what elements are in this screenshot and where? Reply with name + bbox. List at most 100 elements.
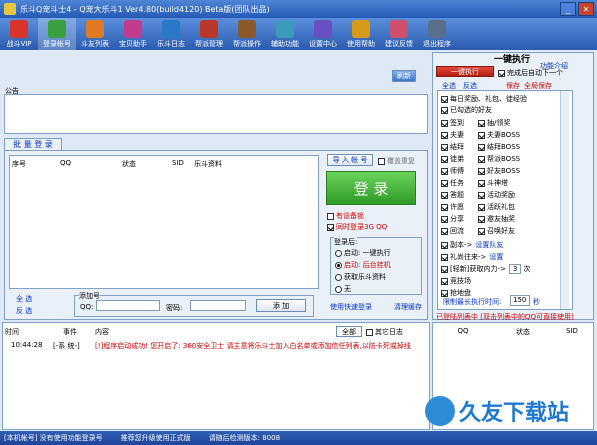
onekey-run-button[interactable]: 一键执行 [436,66,494,77]
onekey-option[interactable]: 已勾选的好友 [441,105,492,115]
log-col-event: 事件 [63,328,77,336]
onekey-option[interactable]: 活动奖励 [478,190,515,200]
status-middle: 推荐您升级使用正式版 [120,434,191,442]
title-bar: 乐斗Q宠斗士4 - Q宠大乐斗1 Ver4.80(build4120) Beta… [0,0,597,18]
toolbar-button-1[interactable]: 登录帐号 [38,18,76,50]
onekey-option[interactable]: 师傅 [441,166,464,176]
watermark-text: 久友下载站 [459,401,570,426]
password-label: 密码: [166,304,183,312]
option-onekey[interactable]: 启动: 一键执行 [335,248,391,258]
toolbar-icon-11 [428,20,446,38]
limit-time-input[interactable]: 150 [510,295,530,306]
option-profile[interactable]: 获取乐斗资料 [335,272,386,282]
toolbar-button-9[interactable]: 使用帮助 [342,18,380,50]
limit-time-unit: 秒 [533,298,540,306]
quick-login-link[interactable]: 使用快速登录 [330,302,372,312]
login-button[interactable]: 登 录 [326,171,416,205]
onekey-option[interactable]: 帮派BOSS [478,154,520,164]
invert-select-link[interactable]: 反 选 [16,306,32,316]
onekey-option[interactable]: 分享 [441,214,464,224]
tab-batch-login[interactable]: 批 量 登 录 [4,138,62,150]
import-accounts-button[interactable]: 导 入 帐 号 [327,154,373,166]
onekey-scrollbar[interactable] [560,91,569,309]
toolbar-button-10[interactable]: 建议反馈 [380,18,418,50]
app-icon [4,3,16,15]
toolbar-icon-0 [10,20,28,38]
onekey-extra-option[interactable]: 礼尚往来-> 设置 [441,252,503,262]
onekey-extra-option[interactable]: [轻新]获取内力-> 3 次 [441,264,530,274]
toolbar-icon-3 [124,20,142,38]
onekey-option[interactable]: 每日奖励、礼包、徒经验 [441,94,527,104]
toolbar-button-5[interactable]: 帮派管理 [190,18,228,50]
onekey-option[interactable]: 邀友抽奖 [478,214,515,224]
log-time: 10:44:28 [11,341,43,349]
onekey-option[interactable]: 抽/领奖 [478,118,510,128]
toolbar-button-3[interactable]: 宝贝助手 [114,18,152,50]
toolbar: 战斗VIP 登录帐号 斗友列表 宝贝助手 乐斗日志 帮派管理 帮派操作 辅助功能 设置中心 使用帮… [0,18,597,50]
after-login-group: 登录后: 启动: 一键执行 启动: 后台挂机 获取乐斗资料 无 [330,237,422,295]
option-none[interactable]: 无 [335,284,351,294]
status-right: 请随后检测版本: 8008 [208,434,281,442]
toolbar-label: 斗友列表 [81,40,109,48]
log-col-time: 时间 [5,328,19,336]
onekey-option[interactable]: 结拜BOSS [478,142,520,152]
col-qq: QQ [60,159,72,167]
onekey-option[interactable]: 斗神塔 [478,178,508,188]
onekey-option[interactable]: 结拜 [441,142,464,152]
option-background[interactable]: 启动: 后台挂机 [335,260,391,270]
refresh-button[interactable]: 刷新 [392,70,416,82]
toolbar-button-4[interactable]: 乐斗日志 [152,18,190,50]
toolbar-icon-7 [276,20,294,38]
onekey-title: 一键执行 [494,55,531,65]
cover-repeat-checkbox[interactable]: 覆盖重复 [378,156,415,166]
log-filter-select[interactable]: 全部 [336,326,362,337]
onekey-option[interactable]: 徒弟 [441,154,464,164]
col-status: 状态 [122,160,136,168]
logged-table-header: QQ 状态 SID [433,327,591,337]
onekey-option[interactable]: 任务 [441,178,464,188]
other-logs-checkbox[interactable]: 其它日志 [366,327,403,337]
col-profile: 乐斗资料 [194,160,222,168]
onekey-extra-option[interactable]: 竞技场 [441,276,471,286]
toolbar-button-6[interactable]: 帮派操作 [228,18,266,50]
col-sid: SID [172,159,184,167]
clear-cache-link[interactable]: 清理缓存 [394,302,422,312]
onekey-option[interactable]: 许愿 [441,202,464,212]
toolbar-label: 建议反馈 [385,40,413,48]
notice-box [4,94,428,134]
auto-next-checkbox[interactable]: 完成后自动下一个 [498,68,563,78]
onekey-option[interactable]: 回流 [441,226,464,236]
toolbar-button-2[interactable]: 斗友列表 [76,18,114,50]
toolbar-label: 设置中心 [309,40,337,48]
watermark: 久友下载站 [425,392,595,430]
log-header: 时间 事件 内容 [5,327,155,337]
onekey-option[interactable]: 召唤好友 [478,226,515,236]
toolbar-label: 帮派管理 [195,40,223,48]
onekey-option[interactable]: 夫妻 [441,130,464,140]
onekey-option[interactable]: 答题 [441,190,464,200]
toolbar-icon-1 [48,20,66,38]
device-lock-checkbox[interactable]: 有设备锁 [327,211,364,221]
select-all-link[interactable]: 全 选 [16,294,32,304]
toolbar-icon-9 [352,20,370,38]
status-left: [本机帐号] 没有使用功能登录号 [4,434,103,442]
close-button[interactable]: ✕ [578,2,594,16]
onekey-extra-option[interactable]: 副本-> 设置队友 [441,240,503,250]
toolbar-button-0[interactable]: 战斗VIP [0,18,38,50]
onekey-option[interactable]: 好友BOSS [478,166,520,176]
toolbar-icon-8 [314,20,332,38]
qq-input[interactable] [96,300,160,311]
minimize-button[interactable]: _ [560,2,576,16]
toolbar-button-11[interactable]: 退出程序 [418,18,456,50]
sync-3g-checkbox[interactable]: 同时登录3G QQ [327,222,387,232]
toolbar-button-7[interactable]: 辅助功能 [266,18,304,50]
onekey-option[interactable]: 活跃礼包 [478,202,515,212]
onekey-option[interactable]: 夫妻BOSS [478,130,520,140]
add-account-button[interactable]: 添 加 [256,299,306,312]
qq-label: QQ: [80,303,94,311]
onekey-option[interactable]: 签到 [441,118,464,128]
log-col-content: 内容 [95,328,109,336]
after-login-title: 登录后: [334,237,358,247]
toolbar-button-8[interactable]: 设置中心 [304,18,342,50]
password-input[interactable] [190,300,246,311]
